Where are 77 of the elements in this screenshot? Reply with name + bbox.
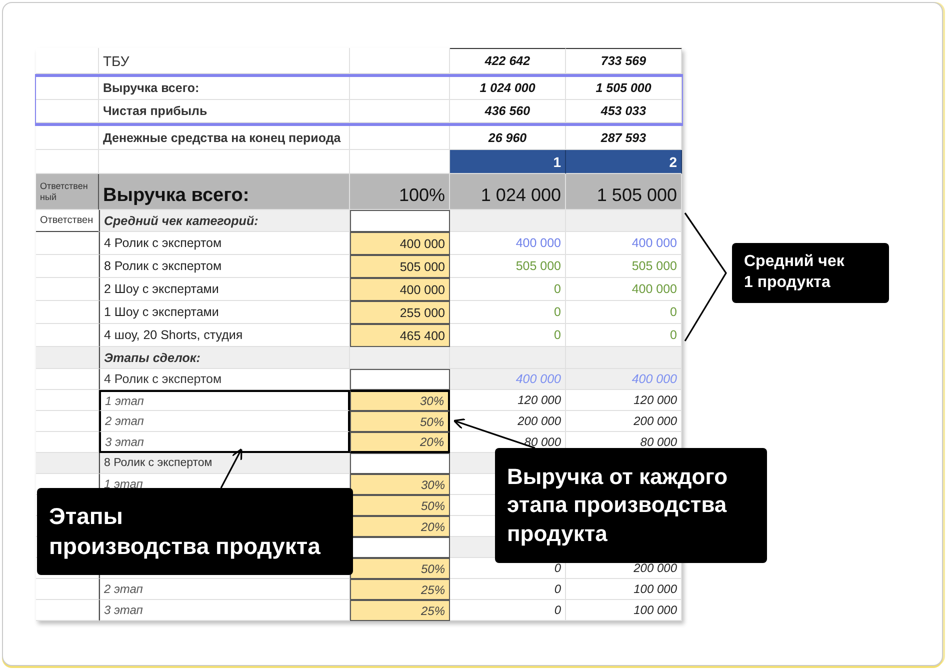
table-cell: 465 400 — [350, 324, 450, 347]
table-cell: 20% — [350, 432, 450, 453]
table-cell: 505 000 — [450, 255, 566, 278]
table-cell: 2 этап — [99, 579, 350, 600]
table-cell: 50% — [350, 558, 450, 579]
table-cell — [36, 301, 99, 324]
table-cell: 400 000 — [350, 278, 450, 301]
table-cell: 4 Ролик с экспертом — [99, 369, 350, 390]
table-cell: 4 Ролик с экспертом — [99, 232, 350, 255]
table-cell: 1 505 000 — [566, 174, 682, 210]
table-cell: 50% — [350, 495, 450, 516]
table-cell: 8 Ролик с экспертом — [99, 255, 350, 278]
table-cell: 505 000 — [350, 255, 450, 278]
table-cell: 200 000 — [450, 411, 566, 432]
table-cell: 400 000 — [566, 278, 682, 301]
callout-label: Выручка от каждого этапа производства продукта — [495, 448, 767, 563]
table-cell — [36, 579, 99, 600]
table-cell: 100 000 — [566, 600, 682, 621]
table-cell — [36, 600, 99, 621]
table-cell — [36, 411, 99, 432]
table-cell: 400 000 — [450, 232, 566, 255]
table-cell: Денежные средства на конец периода — [99, 126, 350, 150]
table-cell — [36, 126, 99, 150]
table-cell: 400 000 — [566, 369, 682, 390]
table-cell: 0 — [566, 301, 682, 324]
table-cell: 30% — [350, 390, 450, 411]
table-cell: 1 этап — [99, 390, 350, 411]
table-cell: 8 Ролик с экспертом — [99, 453, 350, 474]
table-cell: 0 — [450, 278, 566, 301]
table-cell: 120 000 — [566, 390, 682, 411]
table-cell: 0 — [450, 579, 566, 600]
table-cell: 30% — [350, 474, 450, 495]
table-cell: 20% — [350, 516, 450, 537]
table-cell: 733 569 — [566, 48, 682, 74]
table-cell: 25% — [350, 600, 450, 621]
table-cell — [36, 48, 99, 74]
table-cell — [36, 100, 99, 123]
table-cell: 50% — [350, 411, 450, 432]
table-cell: 0 — [450, 301, 566, 324]
table-cell: 436 560 — [450, 100, 566, 123]
table-cell: 400 000 — [566, 232, 682, 255]
table-cell: 255 000 — [350, 301, 450, 324]
table-cell: 400 000 — [450, 369, 566, 390]
table-cell: Этапы сделок: — [99, 347, 350, 369]
table-cell: Ответствен ный — [36, 174, 99, 210]
table-cell: Средний чек категорий: — [99, 210, 350, 232]
table-cell — [36, 347, 99, 369]
table-cell: 1 — [450, 150, 566, 174]
table-cell: 453 033 — [566, 100, 682, 123]
table-cell: 1 024 000 — [450, 174, 566, 210]
table-cell — [36, 390, 99, 411]
table-cell: 3 этап — [99, 600, 350, 621]
table-cell: 100 000 — [566, 579, 682, 600]
table-cell: 2 — [566, 150, 682, 174]
table-cell: Выручка всего: — [99, 174, 350, 210]
table-cell: ТБУ — [99, 48, 350, 74]
table-cell — [36, 255, 99, 278]
pointer-arrow — [220, 448, 242, 488]
table-cell — [36, 278, 99, 301]
table-cell: 25% — [350, 579, 450, 600]
table-cell: 1 Шоу с экспертами — [99, 301, 350, 324]
table-cell: Чистая прибыль — [99, 100, 350, 123]
callout-label: Этапы производства продукта — [37, 488, 353, 575]
callout-label: Средний чек 1 продукта — [732, 243, 889, 303]
table-cell: 200 000 — [566, 411, 682, 432]
table-cell: 1 024 000 — [450, 77, 566, 100]
table-cell: 422 642 — [450, 48, 566, 74]
table-cell: 400 000 — [350, 232, 450, 255]
table-cell: 505 000 — [566, 255, 682, 278]
table-cell: 1 505 000 — [566, 77, 682, 100]
table-cell: 100% — [350, 174, 450, 210]
table-cell — [36, 232, 99, 255]
table-cell — [36, 77, 99, 100]
table-cell: 2 Шоу с экспертами — [99, 278, 350, 301]
table-cell: Выручка всего: — [99, 77, 350, 100]
table-cell: 0 — [450, 600, 566, 621]
table-cell: 120 000 — [450, 390, 566, 411]
